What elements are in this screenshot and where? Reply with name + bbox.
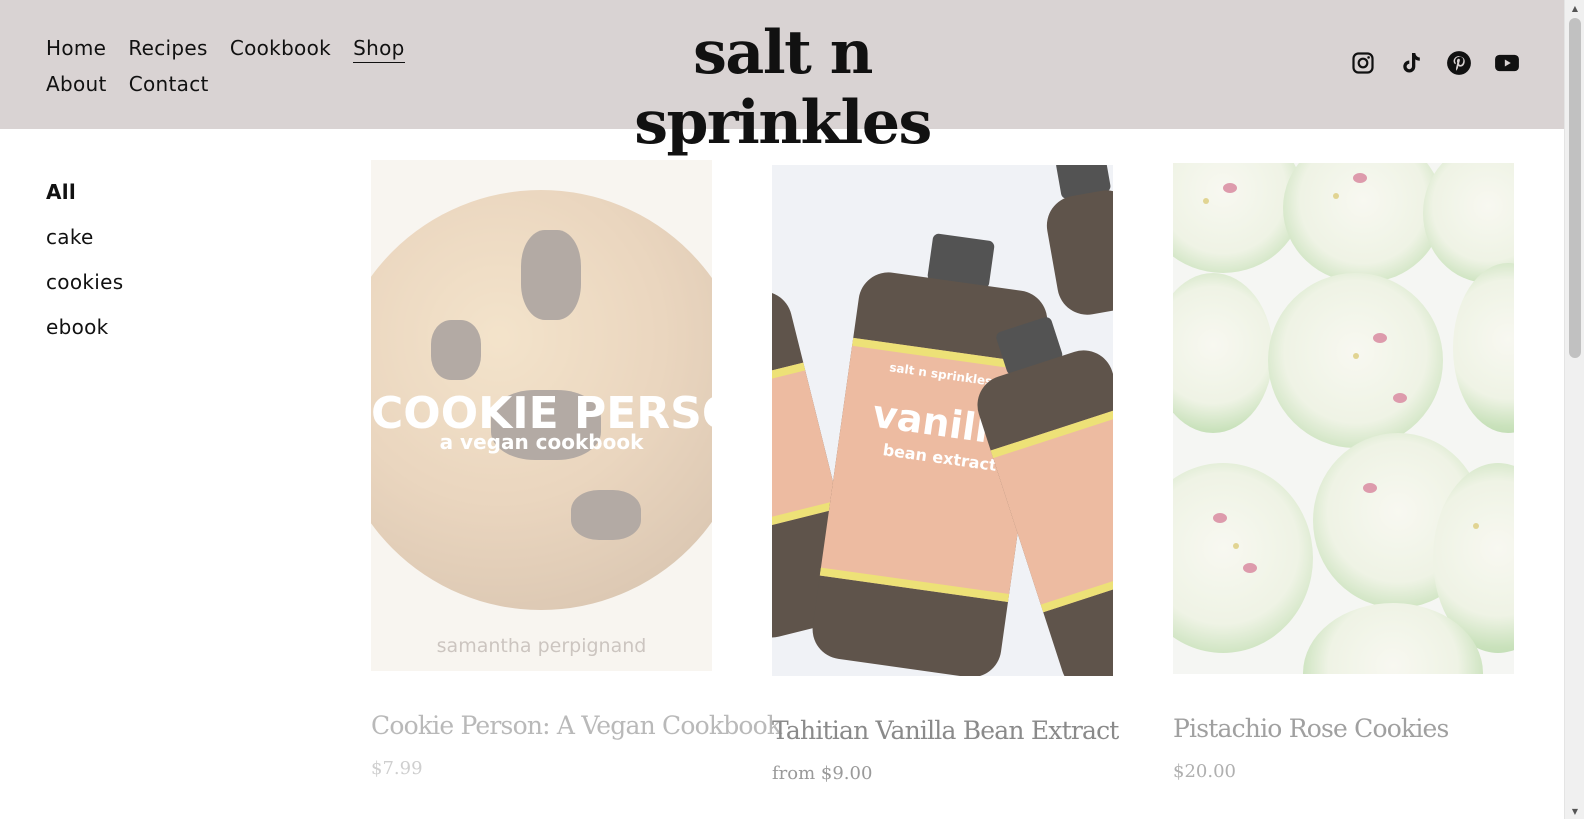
nav-shop[interactable]: Shop <box>353 34 405 63</box>
category-filter: All cake cookies ebook <box>46 170 123 350</box>
site-logo[interactable]: salt n sprinkles <box>540 18 1025 158</box>
instagram-icon[interactable] <box>1350 50 1376 76</box>
category-ebook[interactable]: ebook <box>46 305 123 350</box>
product-card[interactable]: Pistachio Rose Cookies $20.00 <box>1173 163 1514 782</box>
product-price: $7.99 <box>371 758 423 779</box>
product-title[interactable]: Pistachio Rose Cookies <box>1173 714 1514 743</box>
page-scrollbar[interactable]: ▲ ▼ <box>1564 0 1584 819</box>
tiktok-icon[interactable] <box>1398 50 1424 76</box>
main-nav: Home Recipes Cookbook Shop About Contact <box>46 32 486 101</box>
social-links <box>1350 50 1520 76</box>
category-cake[interactable]: cake <box>46 215 123 260</box>
scroll-up-arrow-icon[interactable]: ▲ <box>1565 0 1584 16</box>
nav-about[interactable]: About <box>46 68 107 101</box>
youtube-icon[interactable] <box>1494 50 1520 76</box>
cover-author: samantha perpignand <box>436 635 647 657</box>
product-card[interactable]: salt n sprinkles vanilla bean extract Ta… <box>772 165 1119 784</box>
product-price: from $9.00 <box>772 763 873 784</box>
category-cookies[interactable]: cookies <box>46 260 123 305</box>
product-image[interactable]: COOKIE PERSON a vegan cookbook samantha … <box>371 160 712 671</box>
product-image[interactable] <box>1173 163 1514 674</box>
cover-subtitle: a vegan cookbook <box>439 430 644 454</box>
nav-recipes[interactable]: Recipes <box>128 32 207 65</box>
product-price: $20.00 <box>1173 761 1236 782</box>
pinterest-icon[interactable] <box>1446 50 1472 76</box>
product-card[interactable]: COOKIE PERSON a vegan cookbook samantha … <box>371 160 782 779</box>
product-title[interactable]: Tahitian Vanilla Bean Extract <box>772 716 1119 745</box>
scroll-down-arrow-icon[interactable]: ▼ <box>1565 803 1584 819</box>
product-title[interactable]: Cookie Person: A Vegan Cookbook <box>371 711 782 740</box>
product-image[interactable]: salt n sprinkles vanilla bean extract <box>772 165 1113 676</box>
scroll-thumb[interactable] <box>1569 18 1581 358</box>
nav-home[interactable]: Home <box>46 32 106 65</box>
nav-cookbook[interactable]: Cookbook <box>230 32 331 65</box>
site-header: Home Recipes Cookbook Shop About Contact… <box>0 0 1564 158</box>
nav-contact[interactable]: Contact <box>129 68 209 101</box>
category-all[interactable]: All <box>46 170 123 215</box>
